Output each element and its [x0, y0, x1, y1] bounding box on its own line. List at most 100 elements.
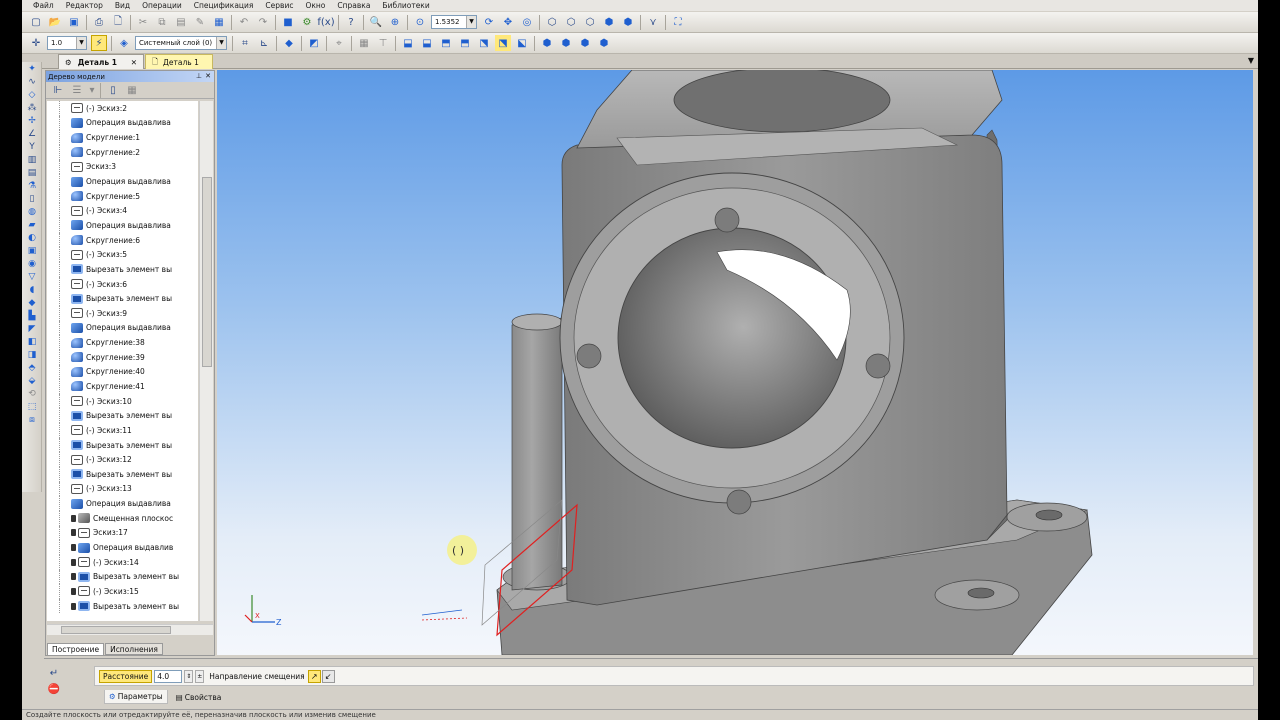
snap-icon[interactable]: ⚡ — [91, 35, 107, 51]
tree-item[interactable]: Смещенная плоскос — [47, 510, 198, 526]
view-iso-xyz-icon[interactable]: ⬢ — [539, 35, 555, 51]
save-icon[interactable]: ▣ — [66, 14, 82, 30]
view-iso-icon[interactable]: ⬕ — [514, 35, 530, 51]
zoom-fit-icon[interactable]: ⊕ — [387, 14, 403, 30]
layer-icon[interactable]: ◈ — [116, 35, 132, 51]
sheet-metal-icon[interactable]: ▣ — [24, 244, 40, 257]
spiral-icon[interactable]: ⟲ — [24, 387, 40, 400]
stop-icon[interactable]: ⛔ — [46, 681, 62, 697]
tree-item[interactable]: (-) Эскиз:15 — [47, 584, 198, 599]
print-icon[interactable]: ⎙ — [91, 14, 107, 30]
tree-item[interactable]: Вырезать элемент вы — [47, 569, 198, 585]
tree-vertical-scrollbar[interactable] — [199, 101, 213, 621]
tab-detail-1[interactable]: ⚙ Деталь 1 ✕ — [58, 54, 144, 69]
tree-structure-icon[interactable]: ☰ — [69, 82, 85, 98]
tree-item[interactable]: Эскиз:3 — [47, 159, 198, 175]
paste-icon[interactable]: ▤ — [173, 14, 189, 30]
hidden-lines-icon[interactable]: ⬡ — [563, 14, 579, 30]
tree-item[interactable]: (-) Эскиз:13 — [47, 481, 198, 497]
pin-icon[interactable]: ⊥ — [196, 72, 202, 80]
selection-filters-icon[interactable]: ⚗ — [24, 179, 40, 192]
cut-icon[interactable]: ✂ — [135, 14, 151, 30]
thread-icon[interactable]: ⬙ — [24, 374, 40, 387]
tree-item[interactable]: Скругление:40 — [47, 364, 198, 380]
chevron-down-icon[interactable]: ▼ — [466, 16, 476, 28]
tree-item[interactable]: Операция выдавлива — [47, 218, 198, 233]
menu-libraries[interactable]: Библиотеки — [382, 1, 429, 10]
tree-item[interactable]: Скругление:2 — [47, 144, 198, 160]
menu-edit[interactable]: Редактор — [66, 1, 103, 10]
distance-label[interactable]: Расстояние — [99, 669, 153, 683]
libraries-icon[interactable]: ⚙ — [299, 14, 315, 30]
zoom-combobox[interactable]: 1.5352 ▼ — [431, 15, 477, 29]
tree-item[interactable]: Операция выдавлива — [47, 174, 198, 189]
tree-grid-icon[interactable]: ▦ — [124, 82, 140, 98]
format-painter-icon[interactable]: ✎ — [192, 14, 208, 30]
3d-viewport[interactable]: ( ) Z X — [217, 70, 1253, 655]
view-right-icon[interactable]: ⬔ — [495, 35, 511, 51]
menu-specification[interactable]: Спецификация — [194, 1, 254, 10]
tree-item[interactable]: Эскиз:17 — [47, 525, 198, 541]
copy-icon[interactable]: ⧉ — [154, 14, 170, 30]
grid-icon[interactable]: ⌗ — [237, 35, 253, 51]
designations-icon[interactable]: Y — [24, 140, 40, 153]
tree-item[interactable]: Скругление:5 — [47, 188, 198, 204]
menu-help[interactable]: Справка — [337, 1, 370, 10]
chevron-down-icon[interactable]: ▼ — [1248, 56, 1254, 65]
tree-item[interactable]: Скругление:38 — [47, 335, 198, 350]
tab-parameters[interactable]: ⚙ Параметры — [104, 690, 168, 704]
undo-icon[interactable]: ↶ — [236, 14, 252, 30]
auxiliary-geometry-icon[interactable]: ✢ — [24, 114, 40, 127]
tree-spec-icon[interactable]: ▯ — [105, 82, 121, 98]
arrays-icon[interactable]: ⁂ — [24, 101, 40, 114]
step-combobox[interactable]: 1.0 ▼ — [47, 36, 87, 50]
plus-minus-icon[interactable]: ± — [195, 669, 205, 683]
orientation-icon[interactable]: ⛶ — [670, 14, 686, 30]
wireframe-icon[interactable]: ⬡ — [544, 14, 560, 30]
section-icon[interactable]: ◨ — [24, 348, 40, 361]
display-mode-icon[interactable]: ◆ — [281, 35, 297, 51]
menu-service[interactable]: Сервис — [265, 1, 293, 10]
view-top-icon[interactable]: ⬒ — [438, 35, 454, 51]
tree-item[interactable]: (-) Эскиз:5 — [47, 247, 198, 262]
tree-order-icon[interactable]: ⊩ — [50, 82, 66, 98]
rotate-icon[interactable]: ⟳ — [481, 14, 497, 30]
tree-item[interactable]: Вырезать элемент вы — [47, 408, 198, 423]
tree-item[interactable]: Вырезать элемент вы — [47, 291, 198, 306]
perspective-icon[interactable]: ⋎ — [645, 14, 661, 30]
tree-item[interactable]: Вырезать элемент вы — [47, 262, 198, 277]
pan-icon[interactable]: ✥ — [500, 14, 516, 30]
create-object-icon[interactable]: ↵ — [46, 665, 62, 681]
tree-item[interactable]: (-) Эскиз:14 — [47, 554, 198, 570]
hole-icon[interactable]: ◉ — [24, 257, 40, 270]
menu-window[interactable]: Окно — [305, 1, 325, 10]
dimensions-icon[interactable]: ⊤ — [375, 35, 391, 51]
tree-item[interactable]: Операция выдавлив — [47, 540, 198, 555]
help-pointer-icon[interactable]: ? — [343, 14, 359, 30]
close-icon[interactable]: ✕ — [131, 58, 137, 67]
tree-item[interactable]: Скругление:39 — [47, 349, 198, 365]
stepper-icon[interactable]: ⇕ — [184, 669, 194, 683]
slope-icon[interactable]: ◤ — [24, 322, 40, 335]
direction-reverse-button[interactable]: ↙ — [321, 669, 335, 683]
assembly-icon[interactable]: ⧈ — [24, 413, 40, 426]
chevron-down-icon[interactable]: ▾ — [88, 82, 96, 98]
chevron-down-icon[interactable]: ▼ — [76, 37, 86, 49]
curves-icon[interactable]: ∿ — [24, 75, 40, 88]
chamfer-op-icon[interactable]: ◆ — [24, 296, 40, 309]
shaded-edges-icon[interactable]: ⬢ — [620, 14, 636, 30]
tree-item[interactable]: Вырезать элемент вы — [47, 437, 198, 453]
edit-part-icon[interactable]: ◍ — [24, 205, 40, 218]
tree-item[interactable]: Операция выдавлива — [47, 496, 198, 511]
step-cursor-icon[interactable]: ✛ — [28, 35, 44, 51]
properties-icon[interactable]: ▦ — [211, 14, 227, 30]
chevron-down-icon[interactable]: ▼ — [216, 37, 226, 49]
zoom-window-icon[interactable]: 🔍 — [368, 14, 384, 30]
dimensions-vert-icon[interactable]: ∠ — [24, 127, 40, 140]
tree-item[interactable]: (-) Эскиз:9 — [47, 305, 198, 321]
zoom-scale-icon[interactable]: ⊙ — [412, 14, 428, 30]
tree-item[interactable]: Скругление:6 — [47, 232, 198, 248]
view-iso-zxy-icon[interactable]: ⬢ — [558, 35, 574, 51]
tree-item[interactable]: Скругление:41 — [47, 379, 198, 394]
tree-horizontal-scrollbar[interactable] — [47, 624, 213, 635]
